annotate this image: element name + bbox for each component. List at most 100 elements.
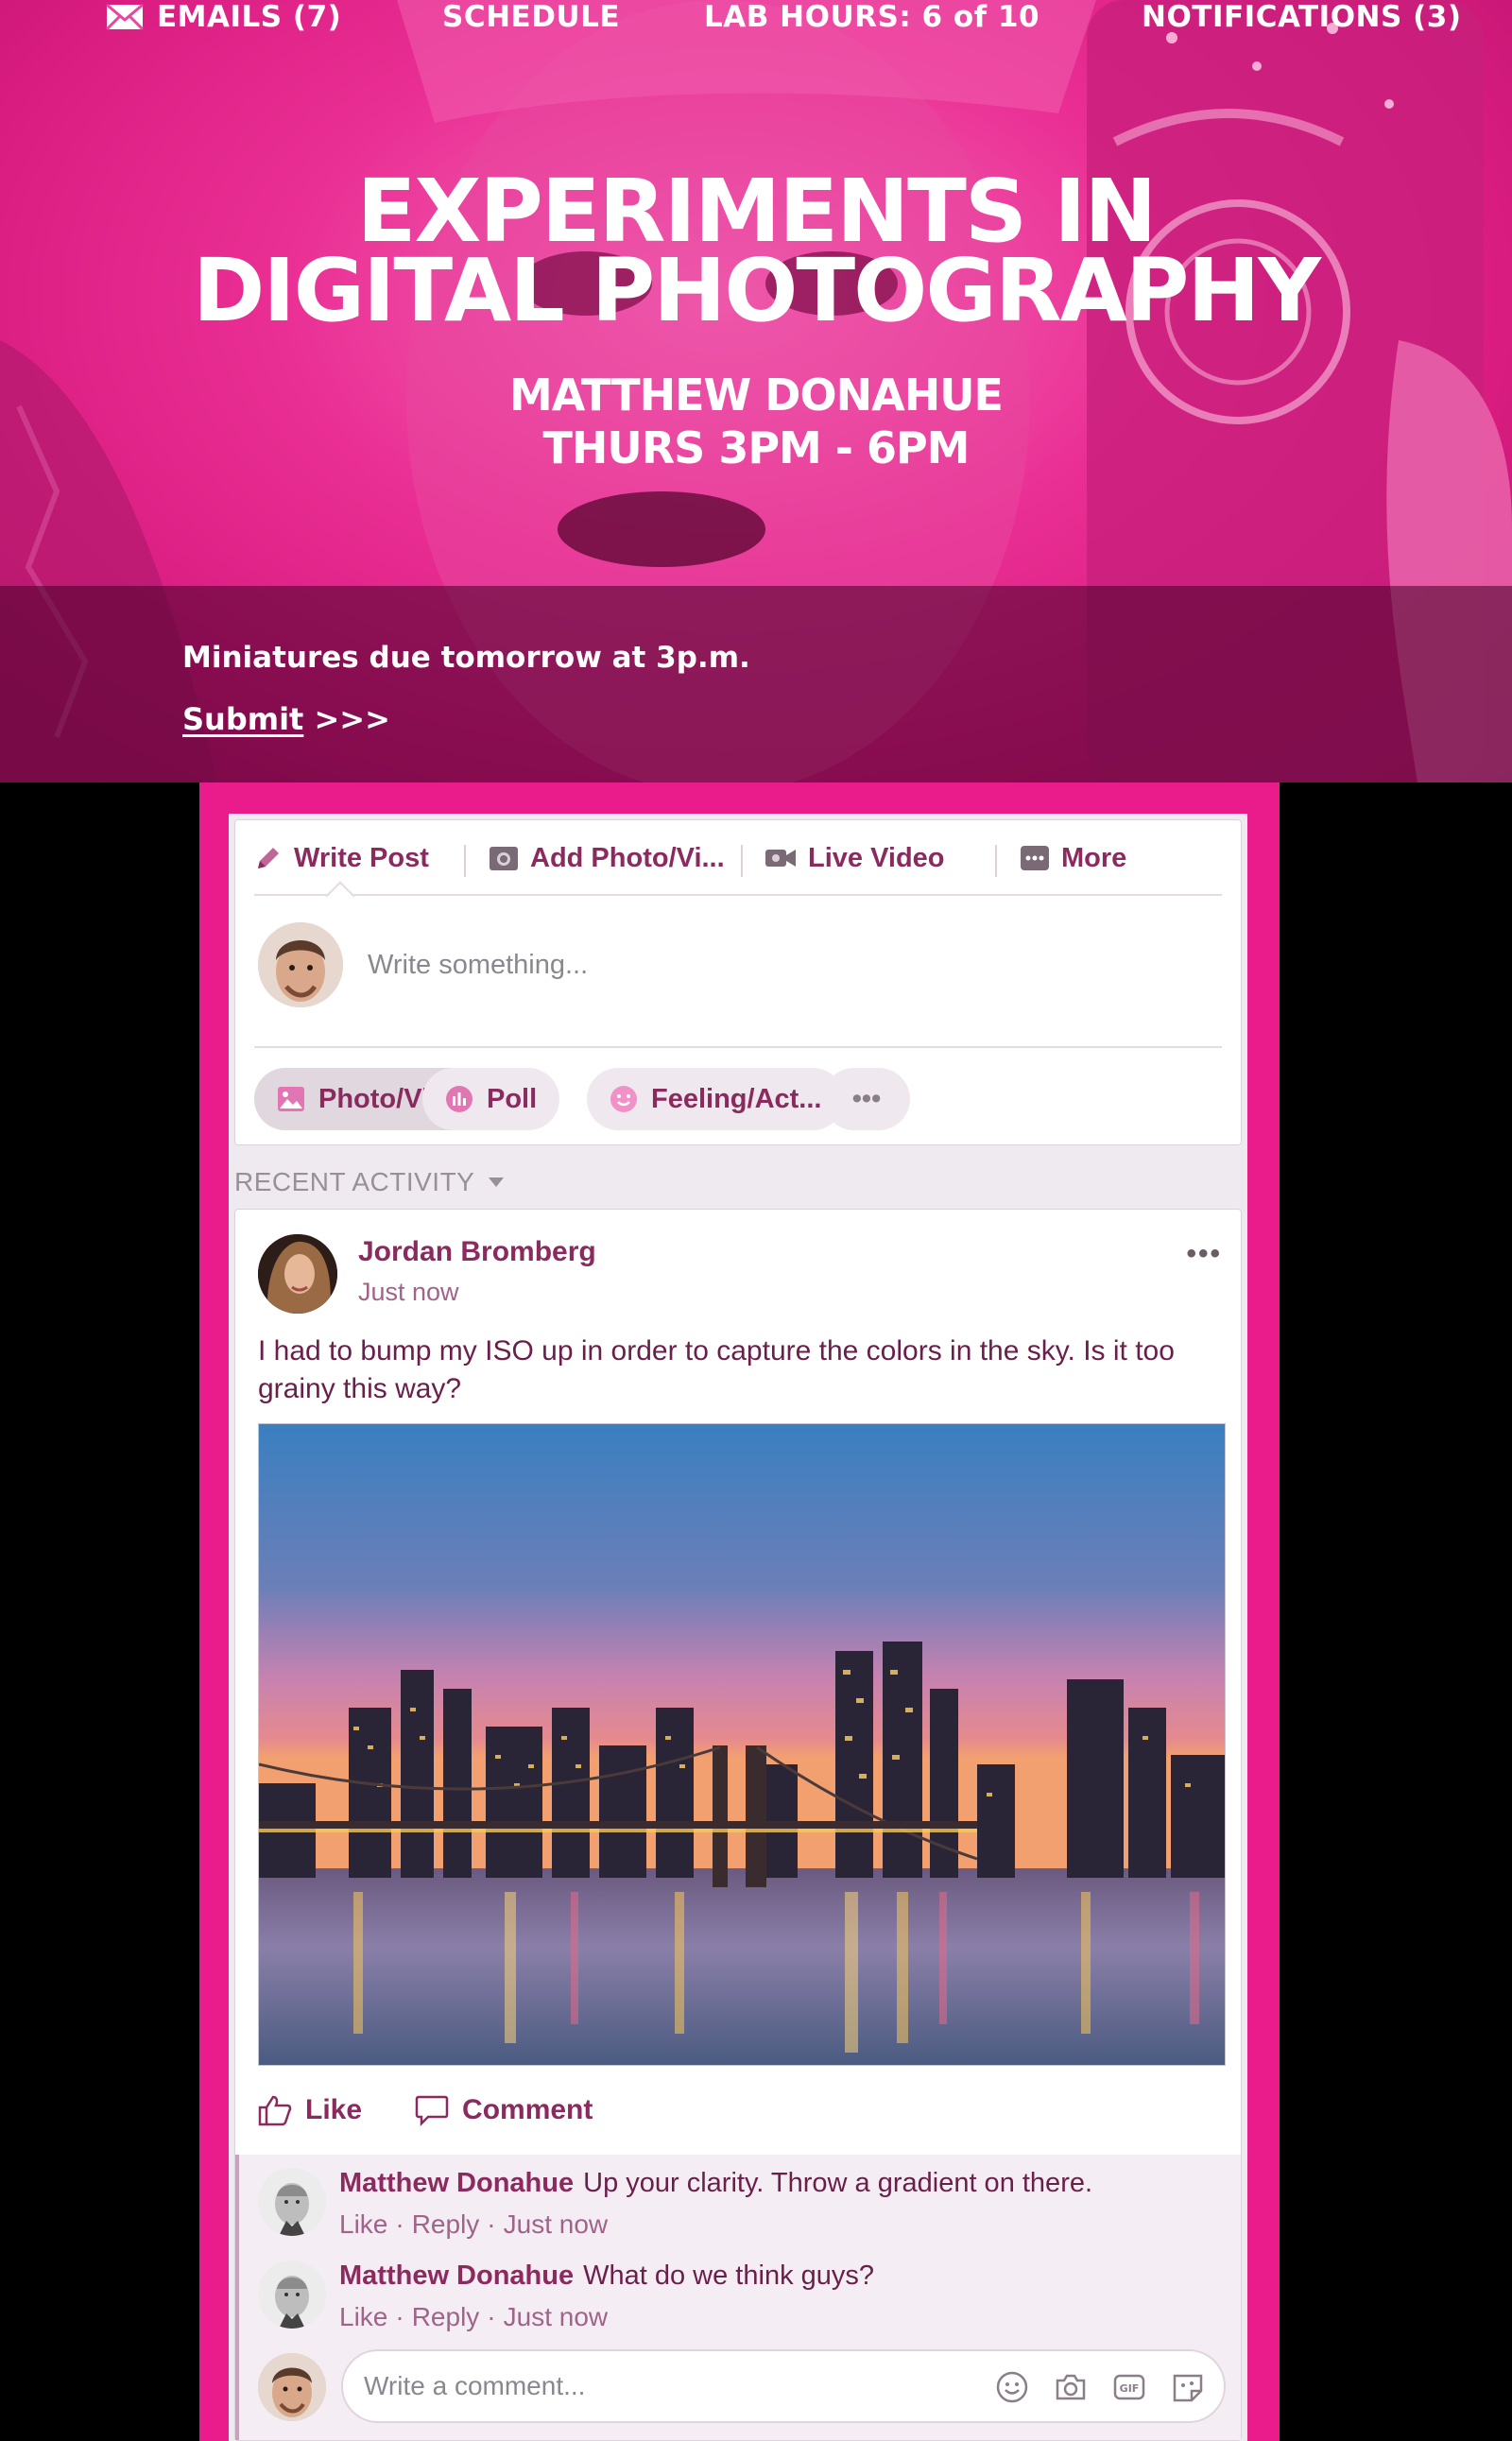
emoji-icon[interactable] <box>995 2370 1029 2404</box>
poll-button[interactable]: Poll <box>422 1068 560 1130</box>
poll-label: Poll <box>487 1083 538 1114</box>
post-author[interactable]: Jordan Bromberg <box>358 1236 596 1268</box>
comment-body: Matthew Donahue What do we think guys? <box>339 2261 874 2292</box>
submit-arrows: >>> <box>314 701 390 737</box>
comment-like-link[interactable]: Like <box>339 2302 387 2331</box>
city-skyline-image <box>259 1424 1225 2065</box>
meta-separator: · <box>395 2302 404 2331</box>
nav-schedule[interactable]: SCHEDULE <box>442 0 620 34</box>
tab-more[interactable]: More <box>1020 841 1126 875</box>
meta-separator: · <box>487 2209 496 2239</box>
image-icon <box>278 1087 304 1111</box>
feeling-activity-label: Feeling/Act... <box>651 1083 822 1114</box>
avatar[interactable] <box>258 922 343 1007</box>
announcement-text: Miniatures due tomorrow at 3p.m. <box>182 641 750 675</box>
comment-author[interactable]: Matthew Donahue <box>339 2261 574 2291</box>
avatar[interactable] <box>258 2261 326 2329</box>
write-post-input[interactable] <box>368 932 1199 998</box>
comment-reply-link[interactable]: Reply <box>412 2209 480 2239</box>
comment-timestamp[interactable]: Just now <box>504 2209 609 2239</box>
tab-add-photo-label: Add Photo/Vi... <box>530 842 725 873</box>
photo-icon <box>490 847 518 870</box>
comment-button[interactable]: Comment <box>415 2094 593 2126</box>
mail-icon <box>106 4 144 30</box>
tab-separator <box>464 845 466 877</box>
pencil-icon <box>258 848 279 868</box>
meta-separator: · <box>395 2209 404 2239</box>
course-title-line2: DIGITAL PHOTOGRAPHY <box>192 240 1321 341</box>
feed-frame: Write Post Add Photo/Vi... Live Video Mo… <box>199 782 1280 2441</box>
comment-composer: GIF <box>341 2349 1226 2423</box>
post-composer: Write Post Add Photo/Vi... Live Video Mo… <box>234 819 1242 1145</box>
comment-text: Up your clarity. Throw a gradient on the… <box>583 2168 1093 2198</box>
comment-like-link[interactable]: Like <box>339 2209 387 2239</box>
comment-author[interactable]: Matthew Donahue <box>339 2168 574 2198</box>
post-text: I had to bump my ISO up in order to capt… <box>258 1335 1175 1404</box>
tab-more-label: More <box>1061 842 1127 873</box>
nav-notifications[interactable]: NOTIFICATIONS (3) <box>1142 0 1462 34</box>
speech-bubble-icon <box>415 2095 449 2126</box>
user-avatar-image <box>258 922 343 1007</box>
composer-divider <box>254 1046 1222 1048</box>
post-card: Jordan Bromberg Just now ••• I had to bu… <box>234 1209 1242 2441</box>
write-comment-input[interactable] <box>364 2359 969 2414</box>
video-camera-icon <box>765 850 796 867</box>
feed-panel: Write Post Add Photo/Vi... Live Video Mo… <box>229 814 1247 2441</box>
like-label: Like <box>305 2094 363 2125</box>
more-icon <box>1021 846 1049 870</box>
smiley-icon <box>610 1086 637 1112</box>
comment-reply-link[interactable]: Reply <box>412 2302 480 2331</box>
thumbs-up-icon <box>258 2095 292 2126</box>
sticker-icon[interactable] <box>1171 2370 1205 2404</box>
nav-emails[interactable]: EMAILS (7) <box>106 0 341 34</box>
more-options-button[interactable]: ••• <box>823 1068 910 1130</box>
comments-section: Matthew Donahue Up your clarity. Throw a … <box>235 2155 1241 2440</box>
avatar[interactable] <box>258 2353 326 2421</box>
poll-icon <box>446 1086 472 1112</box>
tab-write-post[interactable]: Write Post <box>254 841 429 875</box>
comment-meta: Like · Reply · Just now <box>339 2209 608 2240</box>
tab-write-post-label: Write Post <box>294 842 429 873</box>
feeling-activity-button[interactable]: Feeling/Act... <box>587 1068 845 1130</box>
comment-meta: Like · Reply · Just now <box>339 2302 608 2332</box>
avatar[interactable] <box>258 2168 326 2236</box>
post-timestamp[interactable]: Just now <box>358 1278 459 1307</box>
comment-item: Matthew Donahue Up your clarity. Throw a … <box>258 2162 1231 2247</box>
comment-label: Comment <box>462 2094 593 2125</box>
submit-link[interactable]: Submit >>> <box>182 701 390 737</box>
comment-body: Matthew Donahue Up your clarity. Throw a … <box>339 2168 1092 2199</box>
comment-item: Matthew Donahue What do we think guys? Li… <box>258 2255 1231 2340</box>
comment-timestamp[interactable]: Just now <box>504 2302 609 2331</box>
recent-activity-toggle[interactable]: RECENT ACTIVITY <box>234 1167 505 1197</box>
gif-icon[interactable]: GIF <box>1112 2370 1146 2404</box>
caret-down-icon <box>489 1178 505 1187</box>
meta-separator: · <box>487 2302 496 2331</box>
comment-text: What do we think guys? <box>583 2261 875 2291</box>
post-options-button[interactable]: ••• <box>1186 1238 1222 1270</box>
like-button[interactable]: Like <box>258 2094 362 2126</box>
post-photo[interactable] <box>258 1423 1226 2066</box>
submit-label: Submit <box>182 701 304 737</box>
commenter-avatar-image <box>258 2261 326 2329</box>
course-details: MATTHEW DONAHUE THURS 3PM - 6PM <box>0 369 1512 474</box>
composer-tabs: Write Post Add Photo/Vi... Live Video Mo… <box>254 820 1222 896</box>
camera-icon[interactable] <box>1054 2370 1088 2404</box>
tab-separator <box>741 845 743 877</box>
user-avatar-image <box>258 2353 326 2421</box>
comment-tools: GIF <box>995 2370 1205 2404</box>
nav-lab-hours[interactable]: LAB HOURS: 6 of 10 <box>704 0 1040 34</box>
svg-text:GIF: GIF <box>1120 2382 1140 2395</box>
tab-add-photo[interactable]: Add Photo/Vi... <box>489 841 725 875</box>
hero-banner: EMAILS (7) SCHEDULE LAB HOURS: 6 of 10 N… <box>0 0 1512 782</box>
tab-separator <box>995 845 997 877</box>
instructor-name: MATTHEW DONAHUE <box>509 370 1004 421</box>
avatar[interactable] <box>258 1234 337 1314</box>
course-title: EXPERIMENTS IN DIGITAL PHOTOGRAPHY <box>0 168 1512 341</box>
class-time: THURS 3PM - 6PM <box>542 422 971 473</box>
tab-live-video[interactable]: Live Video <box>765 841 945 875</box>
author-avatar-image <box>258 1234 337 1314</box>
nav-emails-label: EMAILS (7) <box>157 0 342 34</box>
post-actions: Like Comment <box>258 2094 593 2126</box>
tab-live-video-label: Live Video <box>808 842 945 873</box>
announcement-band <box>0 586 1512 782</box>
